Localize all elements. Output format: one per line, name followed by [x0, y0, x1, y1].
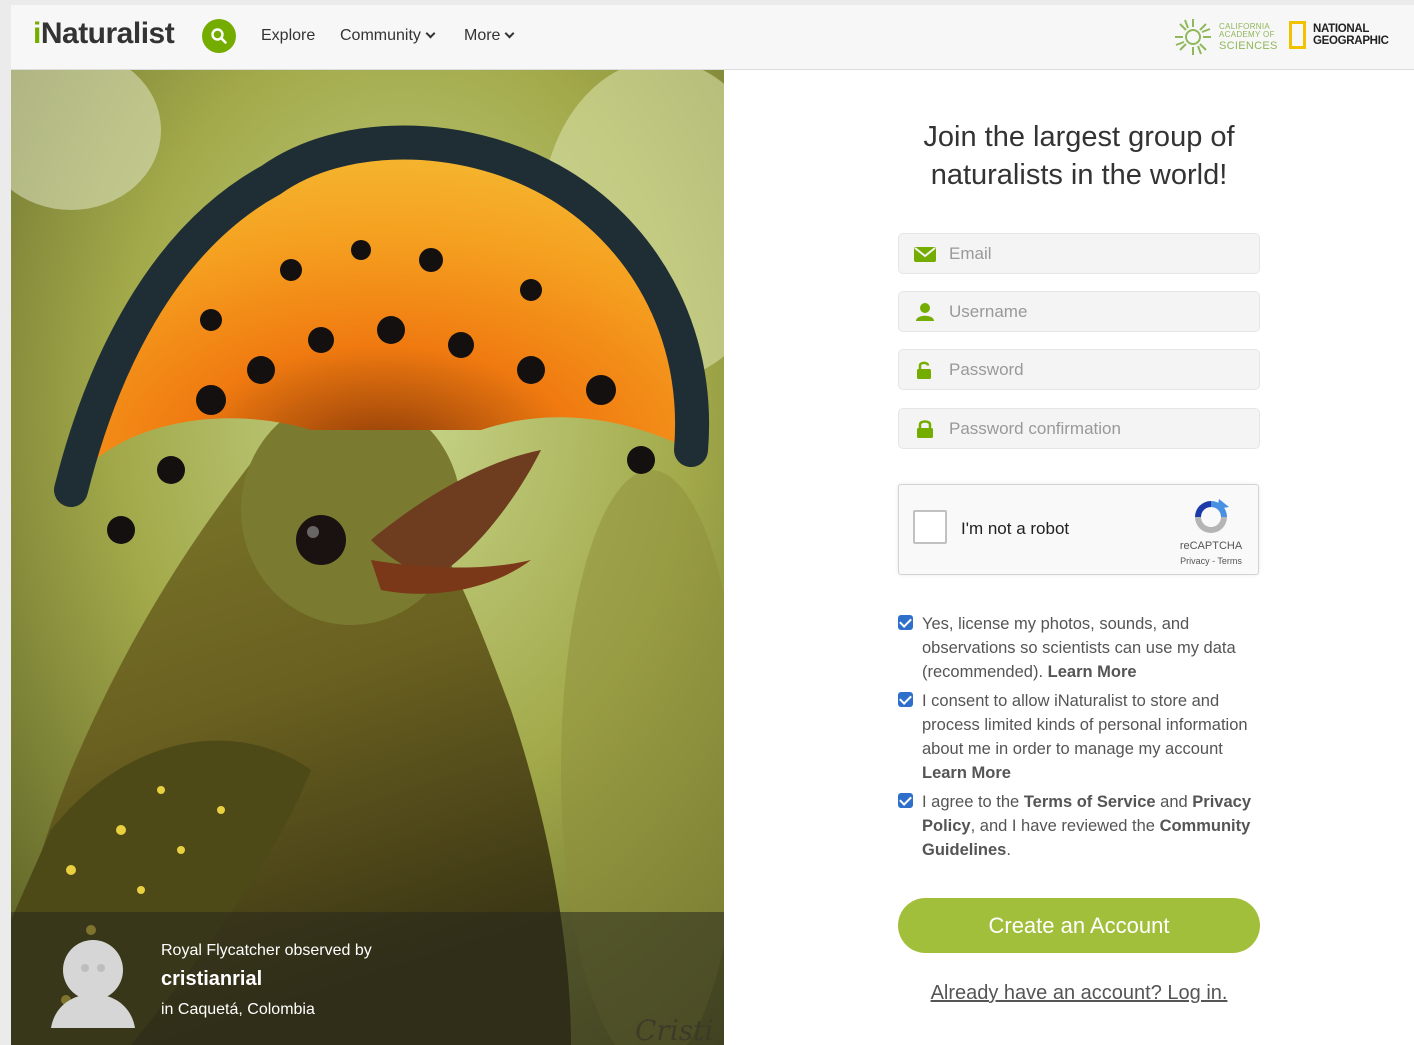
california-academy-logo[interactable]: CALIFORNIA ACADEMY OF SCIENCES [1173, 17, 1278, 57]
top-nav-bar: iNaturalist Explore Community More CALIF… [11, 5, 1414, 70]
recaptcha-checkbox[interactable] [913, 510, 947, 544]
license-checkbox[interactable] [898, 615, 913, 630]
recaptcha-widget: I'm not a robot reCAPTCHA Privacy - Term… [898, 484, 1259, 575]
nav-explore[interactable]: Explore [261, 27, 315, 45]
sunburst-icon [1175, 19, 1211, 55]
nav-more[interactable]: More [464, 27, 515, 45]
observation-location: in Caquetá, Colombia [161, 1001, 315, 1018]
signup-panel: Join the largest group of naturalists in… [724, 70, 1414, 1045]
lock-icon [917, 420, 933, 438]
consent-checkbox[interactable] [898, 692, 913, 707]
consent-learn-more-link[interactable]: Learn More [922, 764, 1011, 782]
license-learn-more-link[interactable]: Learn More [1048, 663, 1137, 681]
observer-link[interactable]: cristianrial [161, 968, 262, 991]
email-input[interactable] [949, 234, 1254, 273]
email-field[interactable] [898, 233, 1260, 274]
yellow-frame-icon [1289, 21, 1306, 49]
user-avatar-icon[interactable] [51, 934, 135, 1028]
user-icon [916, 303, 934, 321]
username-field[interactable] [898, 291, 1260, 332]
username-input[interactable] [949, 292, 1254, 331]
login-link[interactable]: Already have an account? Log in. [898, 982, 1260, 1005]
nav-community[interactable]: Community [340, 27, 436, 45]
search-icon [211, 28, 227, 44]
terms-of-service-link[interactable]: Terms of Service [1024, 793, 1156, 811]
consent-checkbox-row: I consent to allow iNaturalist to store … [898, 689, 1268, 785]
license-checkbox-row: Yes, license my photos, sounds, and obse… [898, 612, 1268, 684]
password-input[interactable] [949, 350, 1254, 389]
recaptcha-brand: reCAPTCHA [1179, 540, 1243, 552]
photo-caption: Royal Flycatcher observed by [161, 942, 372, 959]
national-geographic-logo[interactable]: NATIONAL GEOGRAPHIC [1289, 21, 1389, 49]
recaptcha-privacy-terms[interactable]: Privacy - Terms [1167, 556, 1255, 566]
royal-flycatcher-image [11, 70, 724, 1045]
photo-attribution: Royal Flycatcher observed by cristianria… [11, 912, 724, 1045]
inaturalist-logo[interactable]: iNaturalist [33, 17, 175, 51]
chevron-down-icon [425, 28, 436, 39]
unlock-icon [917, 361, 931, 379]
create-account-button[interactable]: Create an Account [898, 898, 1260, 953]
recaptcha-label: I'm not a robot [961, 519, 1070, 538]
hero-photo: Royal Flycatcher observed by cristianria… [11, 70, 724, 1045]
signup-heading: Join the largest group of naturalists in… [923, 121, 1235, 191]
password-confirmation-field[interactable] [898, 408, 1260, 449]
password-field[interactable] [898, 349, 1260, 390]
terms-checkbox-row: I agree to the Terms of Service and Priv… [898, 790, 1268, 862]
chevron-down-icon [505, 28, 515, 39]
password-confirmation-input[interactable] [949, 409, 1254, 448]
envelope-icon [914, 247, 936, 262]
photo-watermark: Cristi [635, 1014, 714, 1045]
terms-checkbox[interactable] [898, 793, 913, 808]
recaptcha-icon [1195, 499, 1229, 533]
search-button[interactable] [202, 19, 236, 53]
